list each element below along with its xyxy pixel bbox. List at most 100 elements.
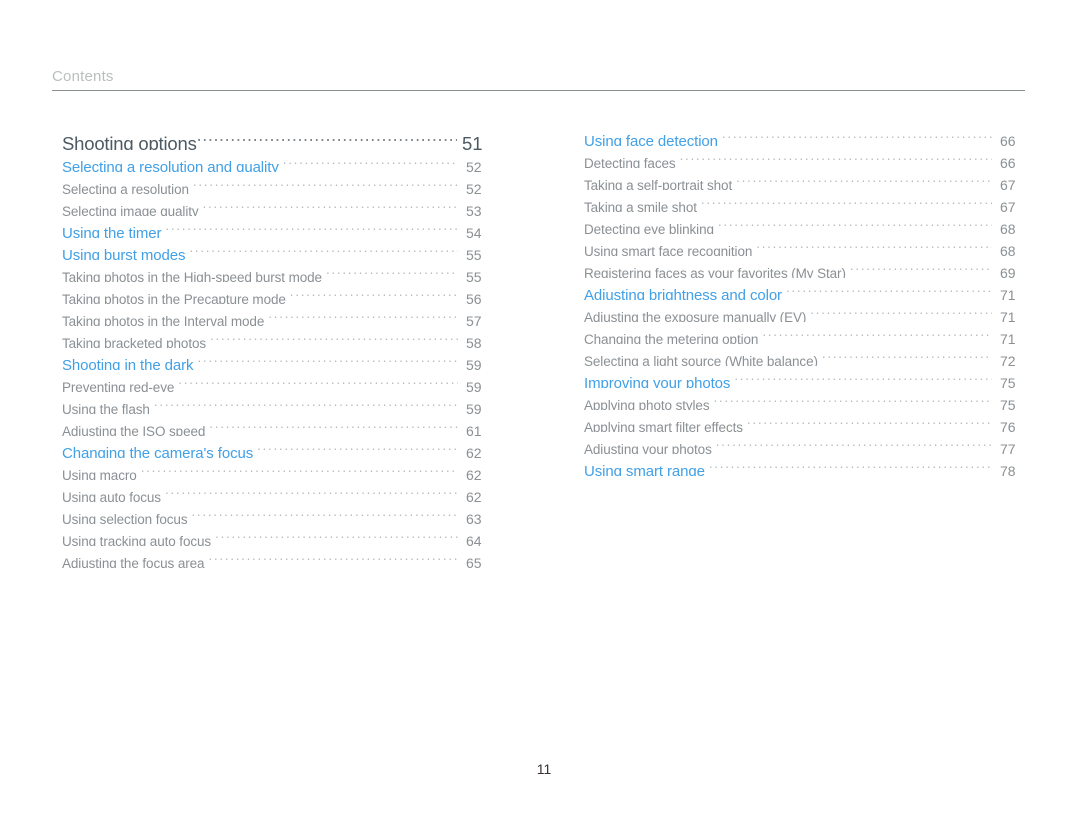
toc-entry-label: Taking photos in the Interval mode — [62, 314, 265, 326]
toc-entry-page: 68 — [1000, 243, 1016, 256]
toc-column-left: Shooting options51Selecting a resolution… — [62, 124, 492, 568]
toc-entry[interactable]: Applying smart filter effects 76 — [584, 410, 1026, 432]
toc-dot-leader — [209, 414, 458, 436]
toc-entry[interactable]: Adjusting the ISO speed 61 — [62, 414, 492, 436]
toc-dot-leader — [189, 238, 458, 260]
toc-entry-page: 56 — [466, 291, 482, 304]
toc-entry-label: Taking bracketed photos — [62, 336, 207, 348]
contents-page: Contents Shooting options51Selecting a r… — [0, 0, 1080, 815]
toc-entry-label: Adjusting the focus area — [62, 556, 205, 568]
toc-entry-page: 72 — [1000, 353, 1016, 366]
toc-entry-page: 58 — [466, 335, 482, 348]
toc-dot-leader — [210, 326, 458, 348]
toc-entry[interactable]: Changing the metering option 71 — [584, 322, 1026, 344]
toc-entry[interactable]: Using face detection 66 — [584, 124, 1026, 146]
toc-entry-label: Selecting image quality — [62, 204, 199, 216]
toc-entry-page: 75 — [1000, 375, 1016, 388]
toc-dot-leader — [701, 190, 992, 212]
toc-entry[interactable]: Selecting a resolution and quality 52 — [62, 150, 492, 172]
toc-entry-label: Using smart range — [584, 463, 705, 476]
toc-entry[interactable]: Detecting faces 66 — [584, 146, 1026, 168]
toc-dot-leader — [850, 256, 992, 278]
toc-entry-label: Adjusting the ISO speed — [62, 424, 206, 436]
toc-entry-label: Taking a smile shot — [584, 200, 697, 212]
toc-entry[interactable]: Taking bracketed photos 58 — [62, 326, 492, 348]
toc-entry-page: 51 — [462, 133, 483, 150]
toc-entry-page: 62 — [466, 445, 482, 458]
header-divider — [52, 90, 1025, 91]
toc-entry-page: 76 — [1000, 419, 1016, 432]
toc-entry-label: Detecting faces — [584, 156, 676, 168]
toc-entry[interactable]: Changing the camera's focus 62 — [62, 436, 492, 458]
toc-entry[interactable]: Applying photo styles 75 — [584, 388, 1026, 410]
toc-entry[interactable]: Using tracking auto focus 64 — [62, 524, 492, 546]
toc-entry[interactable]: Using burst modes 55 — [62, 238, 492, 260]
toc-column-right: Using face detection66Detecting faces66T… — [584, 124, 1026, 476]
toc-entry-page: 55 — [466, 247, 482, 260]
toc-dot-leader — [165, 216, 458, 238]
toc-entry[interactable]: Registering faces as your favorites (My … — [584, 256, 1026, 278]
toc-dot-leader — [326, 260, 458, 282]
toc-entry-page: 71 — [1000, 287, 1016, 300]
toc-dot-leader — [203, 194, 458, 216]
toc-entry[interactable]: Taking photos in the Interval mode 57 — [62, 304, 492, 326]
toc-dot-leader — [283, 150, 458, 172]
toc-entry[interactable]: Detecting eye blinking 68 — [584, 212, 1026, 234]
toc-entry-label: Using the timer — [62, 225, 162, 238]
toc-dot-leader — [141, 458, 458, 480]
toc-entry-label: Adjusting the exposure manually (EV) — [584, 310, 807, 322]
toc-entry-page: 53 — [466, 203, 482, 216]
toc-entry-page: 66 — [1000, 133, 1016, 146]
toc-dot-leader — [718, 212, 992, 234]
toc-entry[interactable]: Shooting in the dark 59 — [62, 348, 492, 370]
toc-entry[interactable]: Using smart range 78 — [584, 454, 1026, 476]
toc-entry-page: 59 — [466, 379, 482, 392]
toc-entry[interactable]: Selecting a resolution 52 — [62, 172, 492, 194]
toc-entry[interactable]: Using auto focus 62 — [62, 480, 492, 502]
toc-entry[interactable]: Using smart face recognition 68 — [584, 234, 1026, 256]
toc-entry-label: Selecting a resolution — [62, 182, 189, 194]
toc-entry[interactable]: Shooting options 51 — [62, 124, 492, 150]
toc-entry[interactable]: Adjusting brightness and color 71 — [584, 278, 1026, 300]
toc-entry-label: Registering faces as your favorites (My … — [584, 266, 846, 278]
toc-entry-label: Using smart face recognition — [584, 244, 753, 256]
toc-entry-label: Applying photo styles — [584, 398, 710, 410]
toc-entry[interactable]: Taking photos in the Precapture mode 56 — [62, 282, 492, 304]
toc-dot-leader — [197, 124, 457, 150]
toc-entry-page: 57 — [466, 313, 482, 326]
toc-entry-page: 64 — [466, 533, 482, 546]
page-header: Contents — [52, 68, 1025, 91]
toc-entry-label: Changing the camera's focus — [62, 445, 254, 458]
toc-entry[interactable]: Taking a self-portrait shot 67 — [584, 168, 1026, 190]
toc-entry[interactable]: Using the timer 54 — [62, 216, 492, 238]
toc-dot-leader — [722, 124, 992, 146]
toc-dot-leader — [197, 348, 458, 370]
toc-entry[interactable]: Selecting a light source (White balance)… — [584, 344, 1026, 366]
toc-entry[interactable]: Using selection focus 63 — [62, 502, 492, 524]
toc-entry[interactable]: Using the flash 59 — [62, 392, 492, 414]
toc-entry-page: 59 — [466, 401, 482, 414]
toc-dot-leader — [680, 146, 992, 168]
toc-entry-label: Taking a self-portrait shot — [584, 178, 733, 190]
toc-entry[interactable]: Using macro 62 — [62, 458, 492, 480]
toc-entry[interactable]: Taking a smile shot 67 — [584, 190, 1026, 212]
toc-entry-page: 55 — [466, 269, 482, 282]
toc-dot-leader — [191, 502, 458, 524]
toc-entry[interactable]: Preventing red-eye 59 — [62, 370, 492, 392]
toc-entry-label: Selecting a light source (White balance) — [584, 354, 818, 366]
toc-entry-label: Detecting eye blinking — [584, 222, 714, 234]
toc-entry[interactable]: Adjusting your photos 77 — [584, 432, 1026, 454]
toc-entry[interactable]: Adjusting the exposure manually (EV) 71 — [584, 300, 1026, 322]
toc-entry-page: 68 — [1000, 221, 1016, 234]
page-title: Contents — [52, 68, 114, 85]
toc-dot-leader — [736, 168, 992, 190]
toc-dot-leader — [165, 480, 458, 502]
toc-entry[interactable]: Taking photos in the High-speed burst mo… — [62, 260, 492, 282]
toc-entry[interactable]: Adjusting the focus area 65 — [62, 546, 492, 568]
toc-entry[interactable]: Improving your photos 75 — [584, 366, 1026, 388]
toc-entry-label: Applying smart filter effects — [584, 420, 743, 432]
toc-dot-leader — [747, 410, 992, 432]
toc-dot-leader — [786, 278, 992, 300]
toc-entry[interactable]: Selecting image quality 53 — [62, 194, 492, 216]
toc-entry-label: Using tracking auto focus — [62, 534, 212, 546]
